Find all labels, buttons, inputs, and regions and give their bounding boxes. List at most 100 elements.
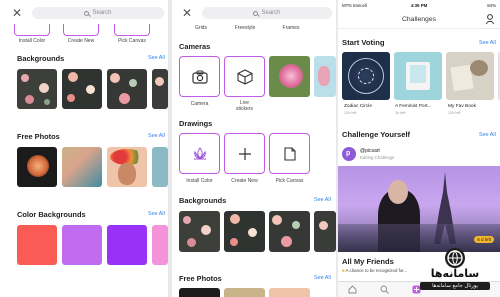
freestyle-label[interactable]: Freestyle <box>228 25 262 31</box>
search-placeholder: Search <box>92 10 112 16</box>
challenge-type: Editing Challenge <box>360 155 395 160</box>
search-input[interactable]: Search <box>32 7 164 19</box>
camera-icon <box>191 70 208 84</box>
camera-label: Camera <box>190 101 209 107</box>
frames-label[interactable]: Frames <box>274 25 308 31</box>
create-new-label: Create New <box>231 178 258 184</box>
cube-icon <box>236 68 253 85</box>
challenge-username[interactable]: @picsart <box>360 148 380 154</box>
friends-subtitle: ■ A chance to be recognized for... <box>342 268 407 273</box>
profile-icon[interactable] <box>486 14 494 25</box>
search-icon <box>253 10 259 16</box>
vote-item-title: My Fav Book <box>448 104 476 109</box>
close-icon[interactable]: ✕ <box>12 6 22 20</box>
background-tile[interactable] <box>107 69 147 109</box>
trophy-icon: ■ <box>342 268 345 273</box>
see-all-backgrounds-link[interactable]: See All <box>148 55 165 61</box>
background-tile[interactable] <box>224 211 265 252</box>
live-stickers-label: Live stickers <box>236 100 253 112</box>
divider <box>338 28 500 29</box>
vote-item-title: A Feminist Port... <box>395 104 432 109</box>
see-all-color-backgrounds-link[interactable]: See All <box>148 211 165 217</box>
free-photo-tile[interactable] <box>179 288 220 297</box>
battery-label: 84% <box>487 3 496 8</box>
section-title-challenge: Challenge Yourself <box>342 130 411 139</box>
status-bar: MTN Irancell 4:39 PM 84% <box>338 3 500 10</box>
background-tile[interactable] <box>314 211 336 252</box>
install-color-tile[interactable] <box>179 133 220 174</box>
search-icon[interactable] <box>380 285 389 294</box>
background-tile[interactable] <box>179 211 220 252</box>
watermark-brand: سامانه‌ها <box>430 267 480 280</box>
time-label: 4:39 PM <box>410 3 428 8</box>
vote-card-fav-book[interactable] <box>446 52 494 100</box>
create-new-label: Create New <box>67 38 95 44</box>
pick-canvas-tile[interactable] <box>114 24 150 36</box>
color-swatch[interactable] <box>17 225 57 265</box>
background-tile[interactable] <box>62 69 102 109</box>
avatar[interactable]: p <box>342 147 356 161</box>
section-title-drawings: Drawings <box>179 119 213 128</box>
page-title: Challenges <box>401 16 436 23</box>
color-swatch[interactable] <box>152 225 168 265</box>
vote-card-zodiac[interactable] <box>342 52 390 100</box>
vote-item-time: 12h left <box>448 111 461 115</box>
see-all-voting-link[interactable]: See All <box>479 40 496 46</box>
vote-item-time: 1h left <box>395 111 406 115</box>
home-icon[interactable] <box>348 285 357 294</box>
search-row: ✕ Search <box>172 6 336 20</box>
see-all-free-photos-link[interactable]: See All <box>148 133 165 139</box>
search-input[interactable]: Search <box>202 7 332 19</box>
lotus-icon <box>193 146 206 159</box>
free-photo-tile[interactable] <box>269 288 310 297</box>
section-title-free-photos: Free Photos <box>17 132 60 141</box>
watermark-subtitle: پورتال جامع سامانه‌ها <box>420 282 490 290</box>
live-stickers-tile[interactable] <box>224 56 265 97</box>
flower-sticker-tile[interactable] <box>269 56 310 97</box>
pick-canvas-label: Pick Canvas <box>118 38 146 44</box>
see-all-challenge-link[interactable]: See All <box>479 132 496 138</box>
section-title-backgrounds: Backgrounds <box>179 196 227 205</box>
free-photo-flower[interactable] <box>17 147 57 187</box>
grids-label[interactable]: Grids <box>186 25 216 31</box>
section-title-backgrounds: Backgrounds <box>17 54 65 63</box>
create-new-tile[interactable] <box>63 24 99 36</box>
background-tile[interactable] <box>17 69 57 109</box>
color-swatch[interactable] <box>62 225 102 265</box>
pick-canvas-tile[interactable] <box>269 133 310 174</box>
background-tile[interactable] <box>269 211 310 252</box>
install-color-tile[interactable] <box>14 24 50 36</box>
section-title-cameras: Cameras <box>179 42 211 51</box>
vote-card-feminist[interactable] <box>394 52 442 100</box>
background-tile[interactable] <box>152 69 168 109</box>
free-photo-partial[interactable] <box>152 147 168 187</box>
create-new-tile[interactable] <box>224 133 265 174</box>
section-title-color-backgrounds: Color Backgrounds <box>17 210 86 219</box>
time-left-badge: 6 d left <box>474 236 494 243</box>
camera-tile[interactable] <box>179 56 220 97</box>
screen-1: ✕ Search Install Color Create New Pick C… <box>0 0 168 297</box>
screen-2: ✕ Search Grids Freestyle Frames Cameras … <box>172 0 336 297</box>
watermark-globe-icon <box>445 248 465 268</box>
section-title-free-photos: Free Photos <box>179 274 222 283</box>
vote-item-time: 12h left <box>344 111 357 115</box>
watermark-logo: سامانه‌ها پورتال جامع سامانه‌ها <box>414 247 496 293</box>
section-title-friends: All My Friends <box>342 257 394 266</box>
partial-tile[interactable] <box>314 56 336 97</box>
search-row: ✕ Search <box>0 6 168 20</box>
document-icon <box>283 146 296 161</box>
plus-icon <box>238 147 251 160</box>
free-photo-tile[interactable] <box>224 288 265 297</box>
friends-subtitle-text: A chance to be recognized for... <box>345 268 408 273</box>
color-swatch[interactable] <box>107 225 147 265</box>
free-photo-landscape[interactable] <box>62 147 102 187</box>
pick-canvas-label: Pick Canvas <box>275 178 304 184</box>
challenge-image[interactable]: 6 d left <box>338 166 500 252</box>
close-icon[interactable]: ✕ <box>182 6 192 20</box>
see-all-free-photos-link[interactable]: See All <box>314 275 331 281</box>
vote-item-title: Zodiac Circle <box>344 104 372 109</box>
search-placeholder: Search <box>261 10 281 16</box>
see-all-backgrounds-link[interactable]: See All <box>314 197 331 203</box>
free-photo-portrait[interactable] <box>107 147 147 187</box>
screen-3: MTN Irancell 4:39 PM 84% Challenges Star… <box>338 0 500 297</box>
